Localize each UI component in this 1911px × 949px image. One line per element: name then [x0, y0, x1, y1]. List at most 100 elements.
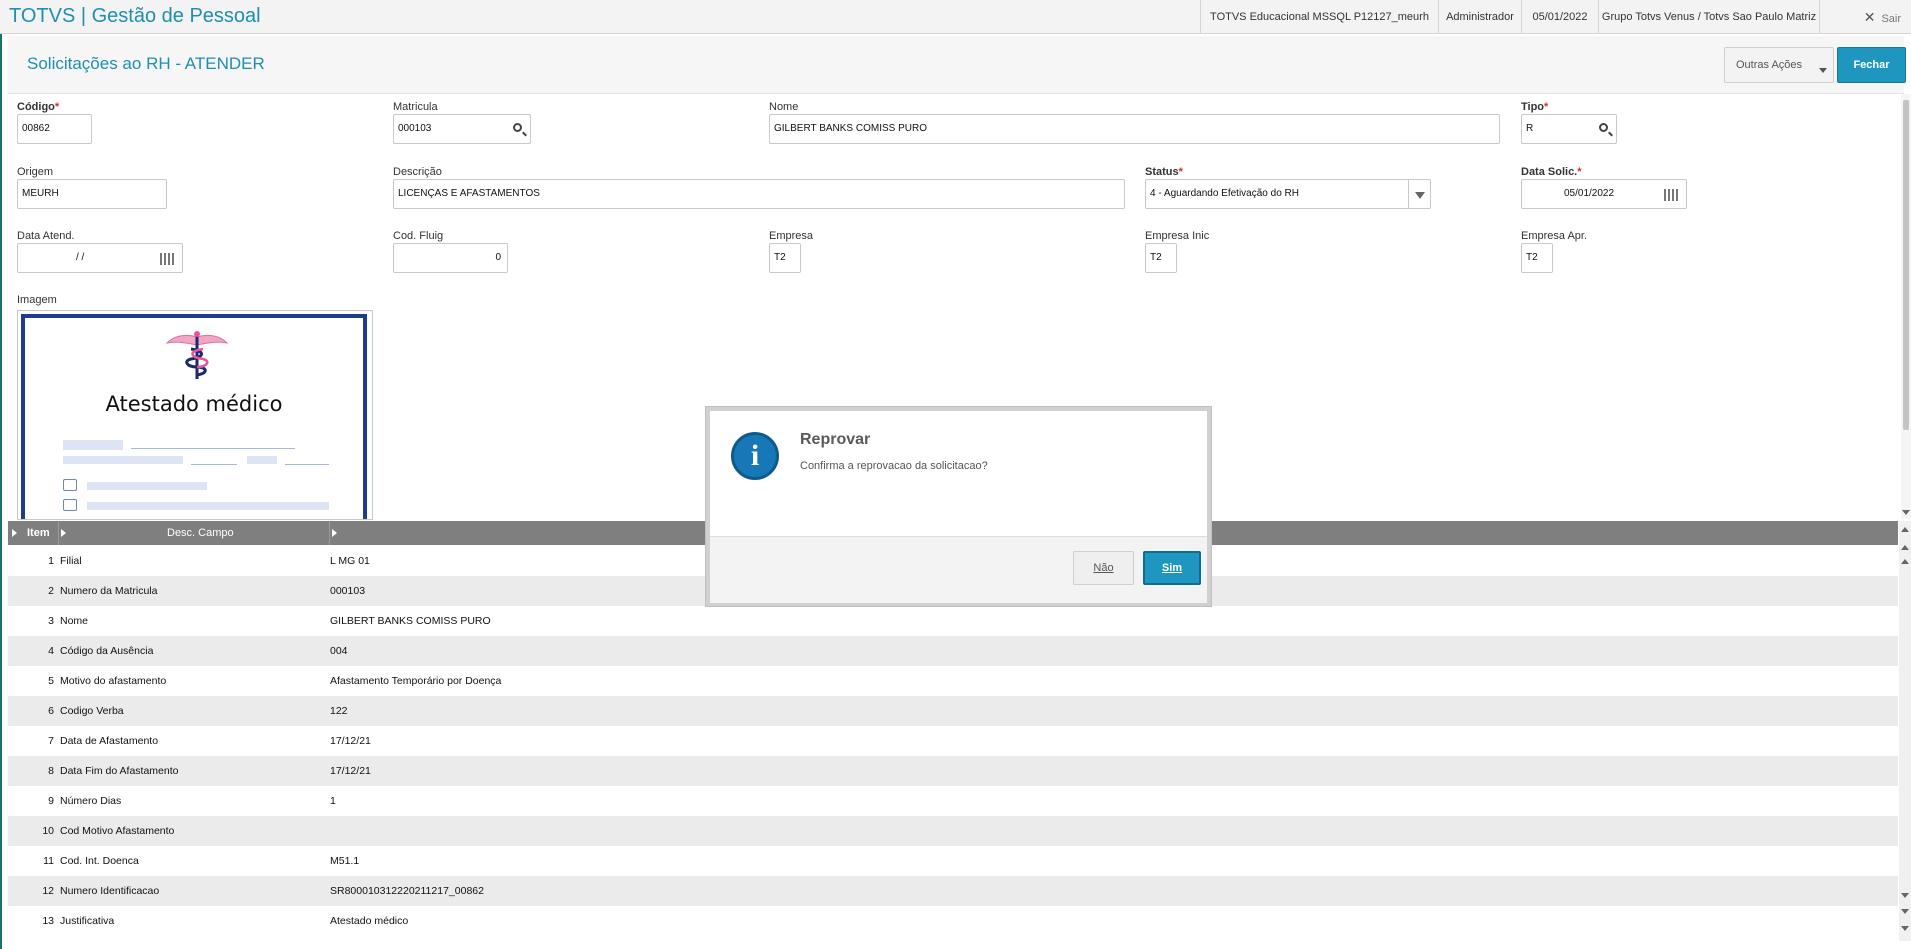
- row-field-value: M51.1: [330, 855, 360, 867]
- data-atend-value: / /: [76, 252, 85, 263]
- more-actions-label: Outras Ações: [1736, 59, 1803, 71]
- table-row[interactable]: 9 Número Dias 1: [8, 786, 1898, 816]
- scroll-down-icon[interactable]: [1901, 893, 1909, 898]
- app-title: TOTVS | Gestão de Pessoal: [9, 5, 261, 27]
- sort-icon[interactable]: [61, 529, 66, 537]
- table-row[interactable]: 8 Data Fim do Afastamento 17/12/21: [8, 756, 1898, 786]
- table-row[interactable]: 5 Motivo do afastamento Afastamento Tempor…: [8, 666, 1898, 696]
- row-item-number: 13: [42, 915, 54, 927]
- form-scrollbar[interactable]: [1901, 94, 1911, 519]
- placeholder-line: [131, 448, 295, 449]
- matricula-field[interactable]: 000103: [393, 114, 531, 144]
- table-row[interactable]: 11 Cod. Int. Doenca M51.1: [8, 846, 1898, 876]
- page-title: Solicitações ao RH - ATENDER: [27, 54, 265, 73]
- company-info[interactable]: Grupo Totvs Venus / Totvs Sao Paulo Matr…: [1598, 0, 1819, 34]
- scroll-bottom-icon[interactable]: [1901, 926, 1909, 931]
- row-item-number: 10: [42, 825, 54, 837]
- row-item-number: 6: [48, 705, 54, 717]
- calendar-icon[interactable]: [1664, 189, 1678, 201]
- more-actions-button[interactable]: Outras Ações: [1724, 47, 1834, 83]
- row-field-value: 122: [330, 705, 348, 717]
- nome-label: Nome: [769, 101, 799, 113]
- scroll-up-icon[interactable]: [1901, 559, 1909, 564]
- close-button[interactable]: Fechar: [1837, 47, 1906, 83]
- checkbox-icon: [63, 479, 77, 491]
- table-row[interactable]: 7 Data de Afastamento 17/12/21: [8, 726, 1898, 756]
- row-item-number: 2: [48, 585, 54, 597]
- cod-fluig-field[interactable]: 0: [393, 243, 508, 273]
- status-value: 4 - Aguardando Efetivação do RH: [1150, 188, 1299, 199]
- col-item-header[interactable]: Item: [27, 521, 50, 545]
- row-item-number: 8: [48, 765, 54, 777]
- table-row[interactable]: 13 Justificativa Atestado médico: [8, 906, 1898, 936]
- tipo-field[interactable]: R: [1521, 114, 1617, 144]
- row-item-number: 1: [48, 555, 54, 567]
- chevron-down-icon[interactable]: [1408, 180, 1430, 208]
- status-select[interactable]: 4 - Aguardando Efetivação do RH: [1145, 179, 1431, 209]
- placeholder-line: [63, 440, 123, 450]
- row-item-number: 12: [42, 885, 54, 897]
- descricao-field[interactable]: LICENÇAS E AFASTAMENTOS: [393, 179, 1125, 209]
- logout-button[interactable]: ✕ Sair: [1864, 0, 1901, 34]
- column-divider: [58, 521, 59, 545]
- environment-info[interactable]: TOTVS Educacional MSSQL P12127_meurh: [1200, 0, 1438, 34]
- search-icon[interactable]: [1599, 123, 1608, 132]
- table-row[interactable]: 3 Nome GILBERT BANKS COMISS PURO: [8, 606, 1898, 636]
- table-row[interactable]: 12 Numero Identificacao SR8000103122202112…: [8, 876, 1898, 906]
- date-info[interactable]: 05/01/2022: [1521, 0, 1598, 34]
- descricao-label: Descrição: [393, 166, 442, 178]
- data-atend-field[interactable]: / /: [17, 243, 183, 273]
- cod-fluig-label: Cod. Fluig: [393, 230, 444, 242]
- row-field-name: Código da Ausência: [60, 645, 154, 657]
- status-label: Status*: [1145, 166, 1183, 178]
- placeholder-line: [63, 456, 183, 464]
- row-item-number: 5: [48, 675, 54, 687]
- row-field-value: 17/12/21: [330, 765, 371, 777]
- checkbox-icon: [63, 519, 77, 520]
- empresa-inic-field[interactable]: T2: [1145, 243, 1177, 273]
- scroll-top-icon[interactable]: [1901, 527, 1909, 532]
- row-field-name: Número Dias: [60, 795, 122, 807]
- empresa-apr-field[interactable]: T2: [1521, 243, 1553, 273]
- checkbox-icon: [63, 499, 77, 511]
- search-icon[interactable]: [513, 123, 522, 132]
- codigo-field[interactable]: 00862: [17, 114, 92, 144]
- attachment-image[interactable]: Atestado médico: [17, 310, 373, 520]
- dialog-title: Reprovar: [800, 431, 871, 448]
- row-field-name: Justificativa: [60, 915, 115, 927]
- sort-icon[interactable]: [12, 529, 17, 537]
- row-item-number: 7: [48, 735, 54, 747]
- scroll-down-icon[interactable]: [1902, 510, 1910, 515]
- empresa-label: Empresa: [769, 230, 814, 242]
- user-info[interactable]: Administrador: [1438, 0, 1521, 34]
- grid-scrollbar[interactable]: [1899, 521, 1911, 941]
- empresa-field[interactable]: T2: [769, 243, 801, 273]
- page-header: Solicitações ao RH - ATENDER Outras Açõe…: [8, 36, 1906, 94]
- data-solic-label-text: Data Solic.: [1521, 166, 1578, 178]
- scroll-page-down-icon[interactable]: [1901, 909, 1909, 914]
- chevron-down-icon: [1819, 68, 1827, 73]
- sort-icon[interactable]: [332, 529, 337, 537]
- tipo-label-text: Tipo: [1521, 101, 1545, 113]
- row-field-name: Data Fim do Afastamento: [60, 765, 179, 777]
- tipo-label: Tipo*: [1521, 101, 1549, 113]
- doc-title: Atestado médico: [105, 392, 283, 416]
- table-row[interactable]: 6 Codigo Verba 122: [8, 696, 1898, 726]
- row-field-value: 1: [330, 795, 336, 807]
- data-solic-field[interactable]: 05/01/2022: [1521, 179, 1687, 209]
- placeholder-line: [87, 482, 207, 490]
- yes-button[interactable]: Sim: [1143, 551, 1201, 585]
- table-row[interactable]: 4 Código da Ausência 004: [8, 636, 1898, 666]
- origem-field[interactable]: MEURH: [17, 179, 167, 209]
- placeholder-line: [191, 464, 237, 465]
- row-field-value: Atestado médico: [330, 915, 409, 927]
- scrollbar-thumb[interactable]: [1903, 100, 1909, 430]
- calendar-icon[interactable]: [160, 253, 174, 265]
- col-desc-header[interactable]: Desc. Campo: [167, 521, 234, 545]
- placeholder-line: [285, 464, 329, 465]
- info-icon: i: [731, 432, 779, 480]
- nome-field[interactable]: GILBERT BANKS COMISS PURO: [769, 114, 1500, 144]
- no-button[interactable]: Não: [1073, 551, 1134, 585]
- scroll-page-up-icon[interactable]: [1901, 545, 1909, 550]
- table-row[interactable]: 10 Cod Motivo Afastamento: [8, 816, 1898, 846]
